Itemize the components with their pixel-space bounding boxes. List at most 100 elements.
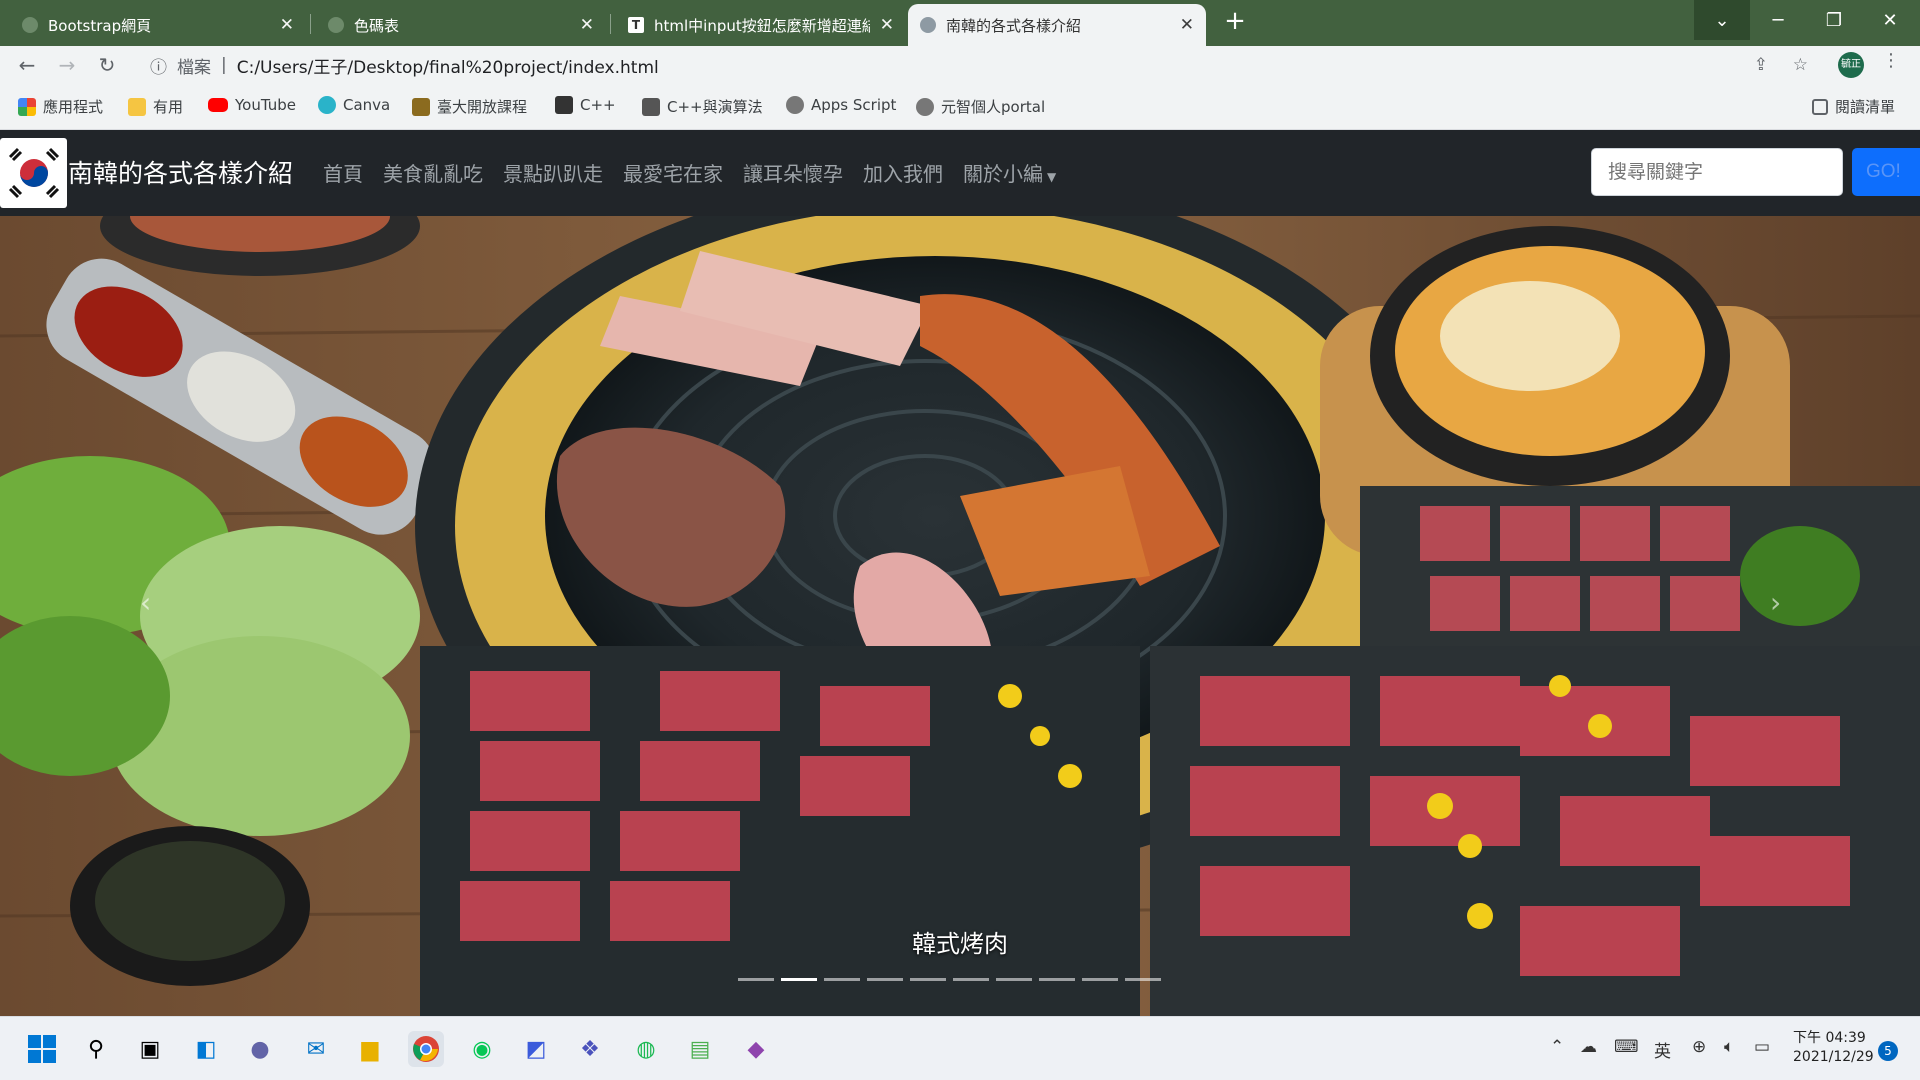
new-tab-button[interactable]: + [1218,6,1252,40]
site-navbar: 南韓的各式各樣介紹 首頁 美食亂亂吃 景點趴趴走 最愛宅在家 讓耳朵懷孕 加入我… [0,130,1920,216]
divider: | [221,55,227,75]
address-bar: ← → ↻ ⓘ 檔案 | C:/Users/王子/Desktop/final%2… [0,46,1920,84]
bookmark-canva[interactable]: Canva [318,96,390,114]
omnibox[interactable]: ⓘ 檔案 | C:/Users/王子/Desktop/final%20proje… [136,49,1836,81]
reading-list[interactable]: 閱讀清單 [1812,96,1895,117]
tab-color-chart[interactable]: 色碼表 ✕ [316,4,606,46]
restore-button[interactable]: ❐ [1806,0,1862,40]
tab-html-input[interactable]: T html中input按鈕怎麼新增超連結 ✕ [616,4,906,46]
file-explorer-icon[interactable]: ▆ [352,1031,388,1067]
chrome-icon[interactable] [408,1031,444,1067]
bookmark-youtube[interactable]: YouTube [208,96,296,114]
info-icon[interactable]: ⓘ [150,53,167,78]
nav-stay-home[interactable]: 最愛宅在家 [623,158,723,187]
reading-list-icon [1812,98,1828,115]
task-view-icon[interactable]: ▣ [132,1031,168,1067]
search-input[interactable] [1591,148,1843,196]
system-clock[interactable]: 下午 04:39 2021/12/29 [1793,1029,1874,1067]
site-brand-title[interactable]: 南韓的各式各樣介紹 [68,154,293,190]
bookmark-cpp[interactable]: C++ [555,96,616,114]
url-text[interactable]: C:/Users/王子/Desktop/final%20project/inde… [237,53,659,78]
line-icon[interactable]: ◉ [464,1031,500,1067]
nav-music[interactable]: 讓耳朵懷孕 [743,158,843,187]
carousel-indicator[interactable] [867,978,903,981]
nav-places[interactable]: 景點趴趴走 [503,158,603,187]
spotify-icon[interactable]: ◍ [628,1031,664,1067]
youtube-icon [208,98,228,112]
kebab-menu-icon[interactable]: ⋮ [1882,50,1900,71]
carousel-next-icon[interactable]: › [1770,586,1781,619]
globe-icon [920,17,936,33]
globe-icon [916,97,934,116]
tab-divider [310,14,311,34]
search-go-button[interactable]: GO! [1852,148,1920,196]
tab-bootstrap[interactable]: Bootstrap網頁 ✕ [10,4,306,46]
carousel-indicator[interactable] [1039,978,1075,981]
carousel-indicators [738,978,1161,981]
bookmark-yzu-portal[interactable]: 元智個人portal [916,96,1045,117]
canva-icon [318,96,336,114]
cpp-icon [555,96,573,114]
globe-icon [22,17,38,33]
bookmark-apps-script[interactable]: Apps Script [786,96,896,114]
close-icon[interactable]: ✕ [280,15,294,35]
browser-chrome: Bootstrap網頁 ✕ 色碼表 ✕ T html中input按鈕怎麼新增超連… [0,0,1920,130]
tab-search-button[interactable]: ⌄ [1694,0,1750,40]
network-icon[interactable]: ⊕ [1692,1037,1706,1057]
onedrive-icon[interactable]: ☁ [1580,1037,1597,1057]
share-icon[interactable]: ⇪ [1754,55,1768,75]
carousel-prev-icon[interactable]: ‹ [140,586,151,619]
carousel-slide-image: ‹ › 韓式烤肉 [0,216,1920,1016]
minimize-button[interactable]: ─ [1750,0,1806,40]
volume-icon[interactable]: 🔈︎ [1724,1037,1734,1057]
carousel-indicator[interactable] [953,978,989,981]
forward-button[interactable]: → [52,51,82,79]
caret-down-icon: ▼ [1047,170,1057,184]
bookmarks-bar: 應用程式 有用 YouTube Canva 臺大開放課程 C++ C++與演算法 [0,84,1920,130]
windows-taskbar: ⚲ ▣ ◧ ● ✉ ▆ ◉ ◩ ❖ ◍ ▤ ◆ ⌃ ☁ ⌨ 英 ⊕ 🔈︎ ▭ 下… [0,1016,1920,1080]
close-icon[interactable]: ✕ [1180,15,1194,35]
outlook-icon[interactable]: ✉ [298,1031,334,1067]
widgets-icon[interactable]: ◧ [188,1031,224,1067]
bookmark-apps[interactable]: 應用程式 [18,96,103,117]
carousel-indicator[interactable] [824,978,860,981]
close-icon[interactable]: ✕ [580,15,594,35]
carousel-indicator[interactable] [910,978,946,981]
carousel-caption: 韓式烤肉 [912,930,1008,958]
star-icon[interactable]: ☆ [1793,55,1808,75]
avatar[interactable]: 毓正 [1838,52,1864,78]
battery-icon[interactable]: ▭ [1754,1037,1770,1057]
keyboard-icon[interactable]: ⌨ [1614,1037,1639,1057]
search-icon[interactable]: ⚲ [78,1031,114,1067]
nav-about-dropdown[interactable]: 關於小編 ▼ [963,158,1056,187]
korean-bbq-photo [0,216,1920,1016]
korea-flag-logo[interactable] [0,138,67,208]
bookmark-folder-useful[interactable]: 有用 [128,96,183,117]
close-icon[interactable]: ✕ [880,15,894,35]
web-page: 南韓的各式各樣介紹 首頁 美食亂亂吃 景點趴趴走 最愛宅在家 讓耳朵懷孕 加入我… [0,130,1920,1016]
carousel-indicator[interactable] [1082,978,1118,981]
windows-start-icon[interactable] [24,1031,60,1067]
back-button[interactable]: ← [12,51,42,79]
ime-indicator[interactable]: 英 [1654,1037,1671,1062]
nav-food[interactable]: 美食亂亂吃 [383,158,483,187]
chat-icon[interactable]: ● [242,1031,278,1067]
bookmark-ntu-ocw[interactable]: 臺大開放課程 [412,96,527,117]
carousel-indicator[interactable] [1125,978,1161,981]
folder-icon [128,97,146,116]
paint-app-icon[interactable]: ◆ [738,1031,774,1067]
notification-badge[interactable]: 5 [1878,1041,1898,1061]
teams-icon[interactable]: ❖ [572,1031,608,1067]
editor-app-icon[interactable]: ◩ [518,1031,554,1067]
bookmark-cpp-algorithms[interactable]: C++與演算法 [642,96,763,117]
chevron-up-icon[interactable]: ⌃ [1550,1037,1564,1057]
tab-korea[interactable]: 南韓的各式各樣介紹 ✕ [908,4,1206,46]
image-app-icon[interactable]: ▤ [682,1031,718,1067]
nav-home[interactable]: 首頁 [323,158,363,187]
nav-join-us[interactable]: 加入我們 [863,158,943,187]
carousel-indicator-active[interactable] [781,978,817,981]
carousel-indicator[interactable] [996,978,1032,981]
reload-button[interactable]: ↻ [92,51,122,79]
carousel-indicator[interactable] [738,978,774,981]
close-window-button[interactable]: ✕ [1862,0,1918,40]
